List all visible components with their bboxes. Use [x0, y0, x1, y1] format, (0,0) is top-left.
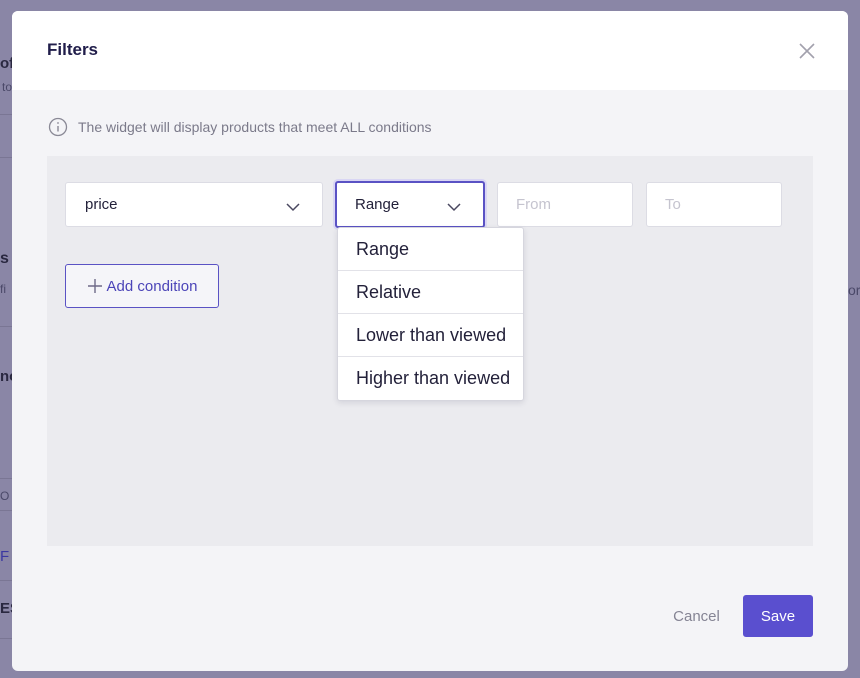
- background-text: F: [0, 548, 10, 565]
- modal-title: Filters: [47, 40, 99, 59]
- modal-header: Filters: [12, 11, 848, 90]
- add-condition-button[interactable]: Add condition: [65, 264, 219, 308]
- from-input[interactable]: [497, 182, 633, 227]
- to-input[interactable]: [646, 182, 782, 227]
- info-message: The widget will display products that me…: [48, 117, 432, 137]
- background-divider: [0, 114, 12, 115]
- filters-modal: Filters The widget will display products…: [12, 11, 848, 671]
- info-icon: [48, 117, 68, 137]
- background-text: fi: [0, 282, 6, 296]
- close-icon[interactable]: [796, 40, 818, 62]
- save-button[interactable]: Save: [743, 595, 813, 637]
- dropdown-option[interactable]: Lower than viewed: [338, 314, 523, 357]
- background-text: s: [0, 250, 9, 267]
- dropdown-option[interactable]: Relative: [338, 271, 523, 314]
- info-text: The widget will display products that me…: [78, 119, 432, 135]
- operator-select-value: Range: [355, 196, 400, 213]
- field-select-value: price: [85, 196, 118, 213]
- chevron-down-icon: [447, 199, 461, 212]
- background-text: to: [2, 80, 13, 94]
- dropdown-option[interactable]: Range: [338, 228, 523, 271]
- operator-select[interactable]: Range: [335, 181, 485, 228]
- background-divider: [0, 510, 12, 511]
- field-select[interactable]: price: [65, 182, 323, 227]
- background-text: or: [848, 282, 860, 298]
- background-divider: [0, 326, 12, 327]
- background-divider: [0, 157, 12, 158]
- chevron-down-icon: [286, 199, 300, 212]
- background-divider: [0, 580, 12, 581]
- dropdown-option[interactable]: Higher than viewed: [338, 357, 523, 400]
- operator-dropdown-menu: Range Relative Lower than viewed Higher …: [337, 227, 524, 401]
- background-divider: [0, 638, 12, 639]
- background-text: O: [0, 489, 10, 503]
- background-divider: [0, 478, 12, 479]
- cancel-button[interactable]: Cancel: [660, 595, 733, 637]
- add-condition-label: Add condition: [106, 277, 198, 295]
- plus-icon: [87, 278, 103, 294]
